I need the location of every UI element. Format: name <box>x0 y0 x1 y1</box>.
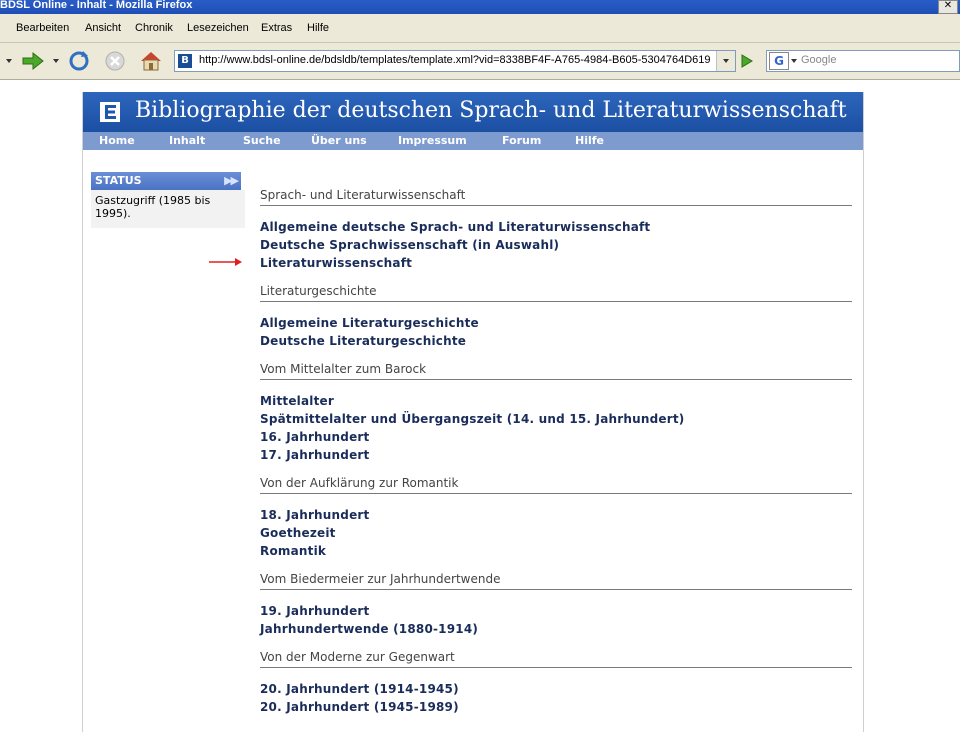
nav-forum[interactable]: Forum <box>502 134 541 147</box>
double-chevron-right-icon[interactable]: ▶▶ <box>224 174 239 187</box>
bdsl-logo-icon[interactable] <box>99 101 121 123</box>
search-engine-dropdown-icon[interactable] <box>791 59 797 63</box>
navigation-toolbar: B http://www.bdsl-online.de/bdsldb/templ… <box>0 43 960 80</box>
back-history-dropdown-icon[interactable] <box>6 59 12 63</box>
go-icon[interactable] <box>736 51 756 71</box>
nav-ueber-uns[interactable]: Über uns <box>311 134 367 147</box>
category-link[interactable]: 17. Jahrhundert <box>260 446 852 464</box>
url-bar[interactable]: B http://www.bdsl-online.de/bdsldb/templ… <box>174 50 736 72</box>
site-favicon-icon: B <box>178 54 192 68</box>
section-heading: Vom Biedermeier zur Jahrhundertwende <box>260 572 852 590</box>
section-heading: Sprach- und Literaturwissenschaft <box>260 188 852 206</box>
content-list: Sprach- und Literaturwissenschaft Allgeme… <box>260 188 852 728</box>
search-bar[interactable]: G Google <box>766 50 960 72</box>
home-icon[interactable] <box>138 49 164 73</box>
section-heading: Von der Moderne zur Gegenwart <box>260 650 852 668</box>
menu-bar: Bearbeiten Ansicht Chronik Lesezeichen E… <box>0 14 960 43</box>
status-box-text: Gastzugriff (1985 bis 1995). <box>91 190 245 228</box>
category-link[interactable]: 20. Jahrhundert (1945-1989) <box>260 698 852 716</box>
category-link[interactable]: 19. Jahrhundert <box>260 602 852 620</box>
forward-history-dropdown-icon[interactable] <box>53 59 59 63</box>
category-link[interactable]: 16. Jahrhundert <box>260 428 852 446</box>
google-icon[interactable]: G <box>769 52 789 70</box>
category-link[interactable]: Allgemeine Literaturgeschichte <box>260 314 852 332</box>
category-link[interactable]: Goethezeit <box>260 524 852 542</box>
menu-lesezeichen[interactable]: Lesezeichen <box>187 22 249 34</box>
status-heading: STATUS <box>95 174 142 187</box>
site-navigation: Home Inhalt Suche Über uns Impressum For… <box>83 132 863 150</box>
menu-ansicht[interactable]: Ansicht <box>85 22 121 34</box>
red-pointer-arrow-icon <box>209 258 242 266</box>
category-link[interactable]: Romantik <box>260 542 852 560</box>
category-link[interactable]: Literaturwissenschaft <box>260 254 852 272</box>
chevron-down-icon <box>723 59 729 63</box>
category-link[interactable]: Mittelalter <box>260 392 852 410</box>
reload-icon[interactable] <box>66 49 92 73</box>
section-link-list: Allgemeine deutsche Sprach- und Literatu… <box>260 218 852 272</box>
nav-inhalt[interactable]: Inhalt <box>169 134 205 147</box>
category-link[interactable]: Deutsche Sprachwissenschaft (in Auswahl) <box>260 236 852 254</box>
category-link[interactable]: 20. Jahrhundert (1914-1945) <box>260 680 852 698</box>
section-heading: Vom Mittelalter zum Barock <box>260 362 852 380</box>
url-text[interactable]: http://www.bdsl-online.de/bdsldb/templat… <box>199 54 711 66</box>
category-link[interactable]: Deutsche Literaturgeschichte <box>260 332 852 350</box>
section-link-list: 19. Jahrhundert Jahrhundertwende (1880-19… <box>260 602 852 638</box>
nav-impressum[interactable]: Impressum <box>398 134 467 147</box>
site-title: Bibliographie der deutschen Sprach- und … <box>135 98 847 123</box>
site-banner: Bibliographie der deutschen Sprach- und … <box>83 92 863 132</box>
window-title-bar: BDSL Online - Inhalt - Mozilla Firefox ✕ <box>0 0 960 14</box>
menu-hilfe[interactable]: Hilfe <box>307 22 329 34</box>
nav-suche[interactable]: Suche <box>243 134 281 147</box>
forward-icon[interactable] <box>20 49 46 73</box>
section-link-list: 18. Jahrhundert Goethezeit Romantik <box>260 506 852 560</box>
menu-chronik[interactable]: Chronik <box>135 22 173 34</box>
section-link-list: Allgemeine Literaturgeschichte Deutsche L… <box>260 314 852 350</box>
close-window-button[interactable]: ✕ <box>938 0 958 14</box>
web-page: Bibliographie der deutschen Sprach- und … <box>82 92 864 732</box>
search-placeholder: Google <box>801 54 837 66</box>
category-link[interactable]: 18. Jahrhundert <box>260 506 852 524</box>
category-link[interactable]: Allgemeine deutsche Sprach- und Literatu… <box>260 218 852 236</box>
window-title: BDSL Online - Inhalt - Mozilla Firefox <box>0 0 193 11</box>
nav-hilfe[interactable]: Hilfe <box>575 134 604 147</box>
section-heading: Literaturgeschichte <box>260 284 852 302</box>
menu-bearbeiten[interactable]: Bearbeiten <box>16 22 69 34</box>
nav-home[interactable]: Home <box>99 134 135 147</box>
menu-extras[interactable]: Extras <box>261 22 292 34</box>
section-heading: Von der Aufklärung zur Romantik <box>260 476 852 494</box>
category-link[interactable]: Jahrhundertwende (1880-1914) <box>260 620 852 638</box>
status-box-header: STATUS ▶▶ <box>91 172 241 190</box>
stop-icon[interactable] <box>102 49 128 73</box>
category-link[interactable]: Spätmittelalter und Übergangszeit (14. u… <box>260 410 852 428</box>
url-dropdown-button[interactable] <box>716 51 735 71</box>
section-link-list: Mittelalter Spätmittelalter und Übergangs… <box>260 392 852 464</box>
section-link-list: 20. Jahrhundert (1914-1945) 20. Jahrhunde… <box>260 680 852 716</box>
